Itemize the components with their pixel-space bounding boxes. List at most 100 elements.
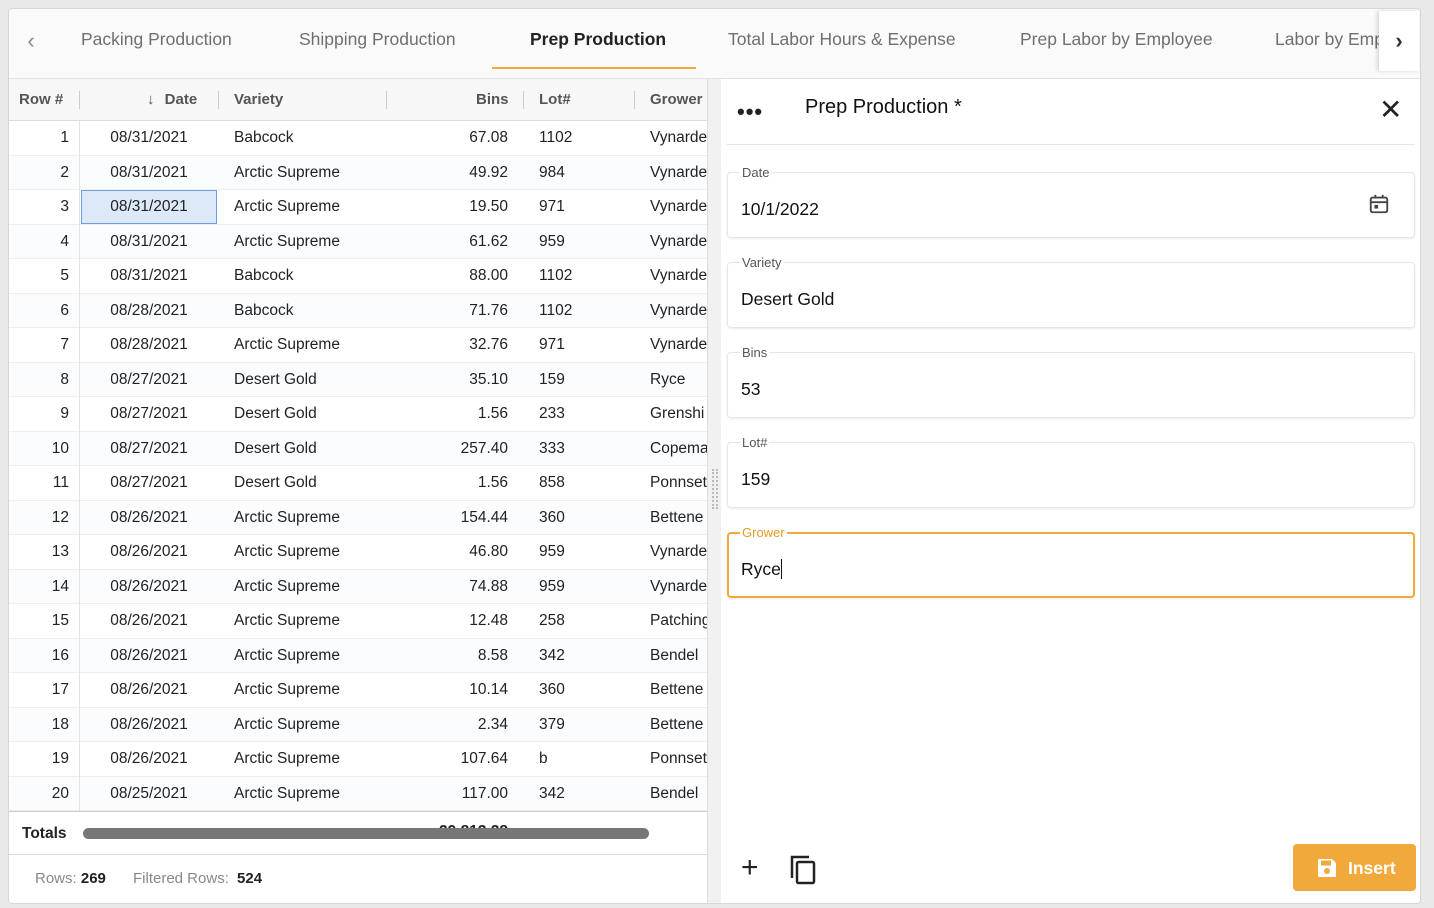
bins-cell[interactable]: 1.56 — [389, 397, 508, 431]
column-header-grower[interactable]: Grower — [650, 79, 703, 121]
variety-cell[interactable]: Arctic Supreme — [234, 190, 384, 224]
add-icon[interactable]: + — [741, 853, 759, 883]
grower-cell[interactable]: Ponnset — [650, 742, 707, 776]
table-row[interactable]: 13 08/26/2021 Arctic Supreme 46.80 959 Vynard… — [9, 535, 707, 570]
table-row[interactable]: 17 08/26/2021 Arctic Supreme 10.14 360 Betten… — [9, 673, 707, 708]
grower-cell[interactable]: Grenshi — [650, 397, 707, 431]
lot-cell[interactable]: 959 — [539, 570, 629, 604]
tab-scroll-left-button[interactable]: ‹ — [11, 11, 51, 71]
table-row[interactable]: 20 08/25/2021 Arctic Supreme 117.00 342 Bende… — [9, 776, 707, 811]
lot-cell[interactable]: 159 — [539, 363, 629, 397]
date-cell[interactable]: 08/27/2021 — [81, 466, 217, 500]
column-separator[interactable] — [634, 91, 635, 109]
tab-labor-by-employee[interactable]: Labor by Emp — [1275, 29, 1379, 50]
horizontal-scrollbar[interactable] — [83, 828, 649, 839]
variety-cell[interactable]: Arctic Supreme — [234, 708, 384, 742]
grower-cell[interactable]: Bettene — [650, 501, 707, 535]
date-cell[interactable]: 08/25/2021 — [81, 777, 217, 811]
table-row[interactable]: 1 08/31/2021 Babcock 67.08 1102 Vynarde — [9, 121, 707, 156]
table-row[interactable]: 19 08/26/2021 Arctic Supreme 107.64 b Ponnset — [9, 742, 707, 777]
lot-cell[interactable]: 858 — [539, 466, 629, 500]
grower-cell[interactable]: Ponnset — [650, 466, 707, 500]
more-options-icon[interactable]: ••• — [737, 99, 763, 125]
row-number-cell[interactable]: 18 — [9, 708, 69, 742]
bins-cell[interactable]: 2.34 — [389, 708, 508, 742]
date-cell[interactable]: 08/26/2021 — [81, 501, 217, 535]
lot-cell[interactable]: 379 — [539, 708, 629, 742]
bins-cell[interactable]: 35.10 — [389, 363, 508, 397]
row-number-cell[interactable]: 9 — [9, 397, 69, 431]
row-number-cell[interactable]: 5 — [9, 259, 69, 293]
column-separator[interactable] — [218, 91, 219, 109]
calendar-icon[interactable] — [1368, 193, 1390, 215]
grower-cell[interactable]: Copema — [650, 432, 707, 466]
table-row[interactable]: 11 08/27/2021 Desert Gold 1.56 858 Ponnset — [9, 466, 707, 501]
bins-cell[interactable]: 74.88 — [389, 570, 508, 604]
bins-cell[interactable]: 19.50 — [389, 190, 508, 224]
row-number-cell[interactable]: 19 — [9, 742, 69, 776]
bins-cell[interactable]: 107.64 — [389, 742, 508, 776]
lot-field-value[interactable]: 159 — [741, 469, 770, 490]
lot-cell[interactable]: b — [539, 742, 629, 776]
variety-cell[interactable]: Desert Gold — [234, 363, 384, 397]
close-icon[interactable]: ✕ — [1379, 93, 1402, 126]
date-cell[interactable]: 08/26/2021 — [81, 639, 217, 673]
variety-cell[interactable]: Arctic Supreme — [234, 777, 384, 811]
grower-cell[interactable]: Vynarde — [650, 225, 707, 259]
bins-cell[interactable]: 46.80 — [389, 535, 508, 569]
grower-cell[interactable]: Ryce — [650, 363, 707, 397]
lot-cell[interactable]: 1102 — [539, 294, 629, 328]
grower-cell[interactable]: Vynarde — [650, 328, 707, 362]
table-row[interactable]: 4 08/31/2021 Arctic Supreme 61.62 959 Vynarde — [9, 224, 707, 259]
date-cell[interactable]: 08/28/2021 — [81, 294, 217, 328]
grower-cell[interactable]: Vynarde — [650, 190, 707, 224]
variety-cell[interactable]: Arctic Supreme — [234, 673, 384, 707]
variety-cell[interactable]: Arctic Supreme — [234, 604, 384, 638]
grower-cell[interactable]: Bettene — [650, 673, 707, 707]
variety-cell[interactable]: Arctic Supreme — [234, 328, 384, 362]
variety-cell[interactable]: Arctic Supreme — [234, 535, 384, 569]
tab-prep-production[interactable]: Prep Production — [530, 29, 666, 50]
table-row[interactable]: 10 08/27/2021 Desert Gold 257.40 333 Copema — [9, 431, 707, 466]
grower-field-input[interactable]: Ryce — [741, 559, 782, 580]
row-number-cell[interactable]: 6 — [9, 294, 69, 328]
row-number-cell[interactable]: 7 — [9, 328, 69, 362]
row-number-cell[interactable]: 4 — [9, 225, 69, 259]
date-cell[interactable]: 08/31/2021 — [81, 259, 217, 293]
row-number-cell[interactable]: 16 — [9, 639, 69, 673]
grower-cell[interactable]: Vynarde — [650, 570, 707, 604]
column-header-date[interactable]: ↓ Date — [147, 79, 197, 121]
variety-cell[interactable]: Babcock — [234, 294, 384, 328]
date-field-value[interactable]: 10/1/2022 — [741, 199, 819, 220]
grower-cell[interactable]: Vynarde — [650, 294, 707, 328]
lot-cell[interactable]: 233 — [539, 397, 629, 431]
date-cell[interactable]: 08/31/2021 — [81, 121, 217, 155]
table-row[interactable]: 2 08/31/2021 Arctic Supreme 49.92 984 Vynarde — [9, 155, 707, 190]
variety-field[interactable]: Variety Desert Gold — [727, 255, 1415, 328]
lot-cell[interactable]: 342 — [539, 639, 629, 673]
row-number-cell[interactable]: 14 — [9, 570, 69, 604]
panel-splitter[interactable] — [707, 79, 721, 903]
row-number-cell[interactable]: 3 — [9, 190, 69, 224]
column-header-bins[interactable]: Bins — [476, 79, 509, 121]
row-number-cell[interactable]: 10 — [9, 432, 69, 466]
variety-cell[interactable]: Babcock — [234, 259, 384, 293]
lot-cell[interactable]: 971 — [539, 328, 629, 362]
row-number-cell[interactable]: 15 — [9, 604, 69, 638]
grower-cell[interactable]: Vynarde — [650, 259, 707, 293]
bins-cell[interactable]: 154.44 — [389, 501, 508, 535]
lot-cell[interactable]: 959 — [539, 535, 629, 569]
lot-cell[interactable]: 333 — [539, 432, 629, 466]
grower-cell[interactable]: Patching — [650, 604, 707, 638]
grower-cell[interactable]: Vynarde — [650, 535, 707, 569]
lot-cell[interactable]: 1102 — [539, 259, 629, 293]
date-cell[interactable]: 08/28/2021 — [81, 328, 217, 362]
variety-cell[interactable]: Babcock — [234, 121, 384, 155]
bins-cell[interactable]: 1.56 — [389, 466, 508, 500]
row-number-cell[interactable]: 12 — [9, 501, 69, 535]
variety-cell[interactable]: Arctic Supreme — [234, 225, 384, 259]
column-separator[interactable] — [386, 91, 387, 109]
row-number-cell[interactable]: 2 — [9, 156, 69, 190]
variety-cell[interactable]: Arctic Supreme — [234, 156, 384, 190]
bins-cell[interactable]: 67.08 — [389, 121, 508, 155]
